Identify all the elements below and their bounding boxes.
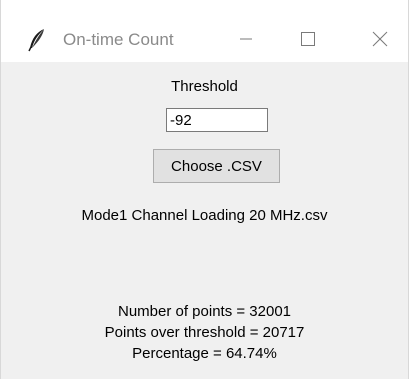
- client-area: Threshold Choose .CSV Mode1 Channel Load…: [1, 62, 408, 379]
- threshold-label: Threshold: [171, 78, 238, 95]
- selected-file-label: Mode1 Channel Loading 20 MHz.csv: [81, 207, 328, 224]
- minimize-button[interactable]: [223, 22, 269, 56]
- title-bar[interactable]: On-time Count: [1, 0, 408, 62]
- percentage-label: Percentage = 64.74%: [132, 345, 277, 362]
- window-title: On-time Count: [63, 30, 174, 49]
- minimize-icon: [240, 38, 252, 40]
- close-icon: [372, 31, 388, 47]
- close-button[interactable]: [357, 22, 403, 56]
- app-window: On-time Count Threshold Choose .CSV Mode…: [0, 0, 409, 379]
- choose-csv-button[interactable]: Choose .CSV: [153, 149, 280, 183]
- number-of-points-label: Number of points = 32001: [117, 303, 292, 320]
- maximize-icon: [301, 32, 315, 46]
- points-over-threshold-label: Points over threshold = 20717: [104, 324, 305, 341]
- maximize-button[interactable]: [285, 22, 331, 56]
- threshold-input[interactable]: [166, 108, 268, 132]
- feather-icon: [27, 28, 47, 52]
